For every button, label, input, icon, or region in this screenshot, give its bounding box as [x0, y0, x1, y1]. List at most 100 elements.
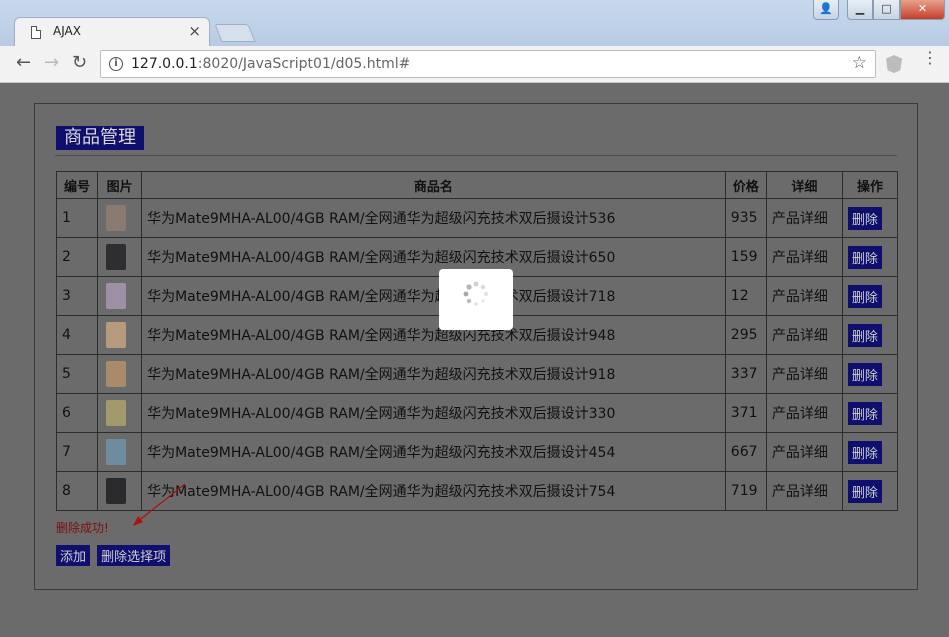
cell-image [97, 393, 143, 433]
reload-icon[interactable]: ↻ [72, 52, 87, 73]
header-id: 编号 [55, 171, 99, 199]
delete-button[interactable]: 删除 [847, 206, 882, 230]
product-thumbnail [106, 283, 127, 309]
back-arrow-icon[interactable]: ← [16, 52, 31, 73]
cell-id: 8 [55, 471, 99, 511]
product-thumbnail [106, 478, 127, 504]
cell-detail-link[interactable]: 产品详细 [765, 276, 843, 316]
cell-image [97, 315, 143, 355]
tab-title: AJAX [53, 24, 81, 38]
extension-icon[interactable] [886, 55, 902, 73]
table-row: 5 华为Mate9MHA-AL00/4GB RAM/全网通华为超级闪充技术双后摄设… [55, 354, 899, 394]
close-window-button[interactable]: ✕ [900, 0, 945, 20]
cell-name: 华为Mate9MHA-AL00/4GB RAM/全网通华为超级闪充技术双后摄设计… [141, 276, 726, 316]
cell-price: 667 [724, 432, 767, 472]
delete-button[interactable]: 删除 [847, 401, 882, 425]
maximize-button[interactable]: □ [873, 0, 900, 20]
cell-price: 371 [724, 393, 767, 433]
info-icon[interactable]: i [109, 57, 123, 71]
header-image: 图片 [97, 171, 143, 199]
cell-action: 删除 [841, 432, 899, 472]
new-tab-button[interactable] [214, 24, 256, 42]
cell-price: 719 [724, 471, 767, 511]
loading-dialog [439, 269, 513, 330]
user-icon[interactable]: 👤 [813, 0, 839, 20]
table-row: 6 华为Mate9MHA-AL00/4GB RAM/全网通华为超级闪充技术双后摄设… [55, 393, 899, 433]
cell-action: 删除 [841, 393, 899, 433]
bookmark-star-icon[interactable]: ☆ [852, 53, 867, 73]
header-price: 价格 [724, 171, 767, 199]
cell-detail-link[interactable]: 产品详细 [765, 471, 843, 511]
page-viewport: 商品管理 编号 图片 商品名 价格 详细 操作 1 华为Mate9MHA-AL00… [8, 84, 941, 633]
cell-id: 4 [55, 315, 99, 355]
cell-price: 337 [724, 354, 767, 394]
cell-image [97, 198, 143, 238]
header-name: 商品名 [141, 171, 726, 199]
forward-arrow-icon[interactable]: → [44, 52, 59, 73]
cell-id: 3 [55, 276, 99, 316]
product-thumbnail [106, 322, 127, 348]
address-bar[interactable]: i 127.0.0.1:8020/JavaScript01/d05.html# … [100, 50, 876, 78]
status-message: 删除成功! [56, 521, 109, 535]
cell-name: 华为Mate9MHA-AL00/4GB RAM/全网通华为超级闪充技术双后摄设计… [141, 432, 726, 472]
goods-panel: 商品管理 编号 图片 商品名 价格 详细 操作 1 华为Mate9MHA-AL00… [34, 103, 918, 590]
panel-title: 商品管理 [56, 126, 144, 150]
cell-name: 华为Mate9MHA-AL00/4GB RAM/全网通华为超级闪充技术双后摄设计… [141, 393, 726, 433]
title-divider [55, 155, 897, 156]
cell-name: 华为Mate9MHA-AL00/4GB RAM/全网通华为超级闪充技术双后摄设计… [141, 237, 726, 277]
browser-tab[interactable]: AJAX × [14, 17, 210, 48]
cell-detail-link[interactable]: 产品详细 [765, 393, 843, 433]
loading-spinner-icon [463, 281, 488, 306]
tab-close-icon[interactable]: × [188, 22, 201, 40]
browser-toolbar: ← → ↻ i 127.0.0.1:8020/JavaScript01/d05.… [0, 46, 949, 83]
cell-name: 华为Mate9MHA-AL00/4GB RAM/全网通华为超级闪充技术双后摄设计… [141, 198, 726, 238]
cell-id: 7 [55, 432, 99, 472]
cell-price: 159 [724, 237, 767, 277]
delete-selected-button[interactable]: 删除选择项 [97, 545, 171, 566]
add-button[interactable]: 添加 [56, 545, 91, 566]
cell-price: 295 [724, 315, 767, 355]
delete-button[interactable]: 删除 [847, 362, 882, 386]
delete-button[interactable]: 删除 [847, 479, 882, 503]
cell-id: 6 [55, 393, 99, 433]
cell-action: 删除 [841, 276, 899, 316]
product-thumbnail [106, 400, 127, 426]
goods-table: 编号 图片 商品名 价格 详细 操作 1 华为Mate9MHA-AL00/4GB … [55, 171, 899, 511]
delete-button[interactable]: 删除 [847, 245, 882, 269]
url-path: :8020/JavaScript01/d05.html# [197, 56, 411, 72]
table-row: 1 华为Mate9MHA-AL00/4GB RAM/全网通华为超级闪充技术双后摄设… [55, 198, 899, 238]
table-row: 7 华为Mate9MHA-AL00/4GB RAM/全网通华为超级闪充技术双后摄设… [55, 432, 899, 472]
cell-detail-link[interactable]: 产品详细 [765, 432, 843, 472]
product-thumbnail [106, 244, 127, 270]
cell-image [97, 432, 143, 472]
delete-button[interactable]: 删除 [847, 323, 882, 347]
annotation-arrow [133, 483, 186, 526]
cell-price: 935 [724, 198, 767, 238]
arrow-line [136, 483, 186, 523]
cell-name: 华为Mate9MHA-AL00/4GB RAM/全网通华为超级闪充技术双后摄设计… [141, 354, 726, 394]
cell-action: 删除 [841, 198, 899, 238]
cell-image [97, 237, 143, 277]
cell-price: 12 [724, 276, 767, 316]
delete-button[interactable]: 删除 [847, 284, 882, 308]
table-header-row: 编号 图片 商品名 价格 详细 操作 [55, 171, 899, 199]
cell-detail-link[interactable]: 产品详细 [765, 315, 843, 355]
menu-dots-icon[interactable]: ⋮ [922, 50, 938, 66]
minimize-button[interactable]: ▁ [847, 0, 873, 20]
arrow-head [133, 516, 143, 526]
header-action: 操作 [841, 171, 899, 199]
cell-action: 删除 [841, 471, 899, 511]
bottom-actions: 添加 删除选择项 [56, 545, 172, 566]
product-thumbnail [106, 205, 127, 231]
cell-action: 删除 [841, 315, 899, 355]
cell-detail-link[interactable]: 产品详细 [765, 237, 843, 277]
cell-action: 删除 [841, 237, 899, 277]
window-titlebar: AJAX × 👤 ▁ □ ✕ [0, 0, 949, 48]
delete-button[interactable]: 删除 [847, 440, 882, 464]
url-text[interactable]: 127.0.0.1:8020/JavaScript01/d05.html# [131, 56, 410, 72]
cell-detail-link[interactable]: 产品详细 [765, 198, 843, 238]
cell-image [97, 354, 143, 394]
cell-name: 华为Mate9MHA-AL00/4GB RAM/全网通华为超级闪充技术双后摄设计… [141, 315, 726, 355]
cell-detail-link[interactable]: 产品详细 [765, 354, 843, 394]
page-doc-icon [31, 26, 41, 39]
